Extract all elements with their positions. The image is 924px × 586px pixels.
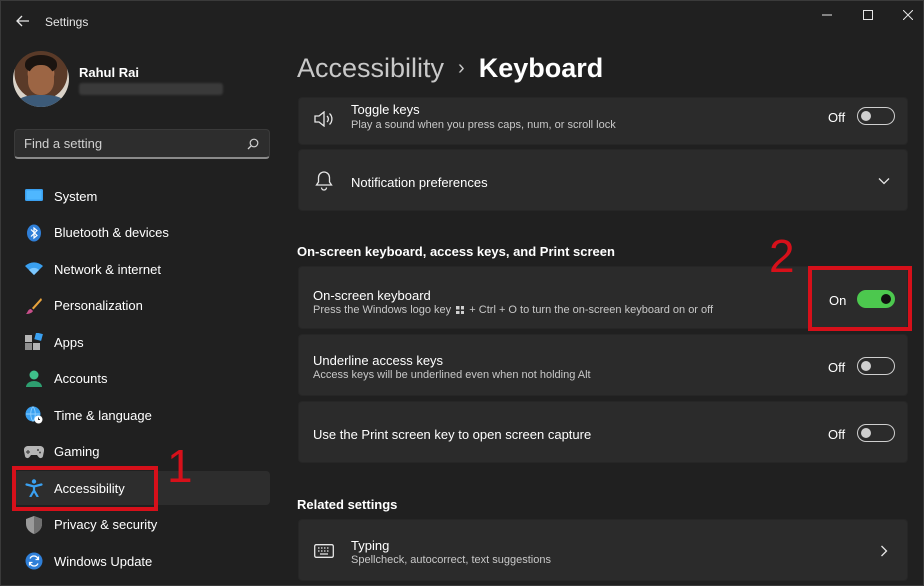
section-header-related: Related settings	[297, 497, 398, 512]
sidebar-item-time-language[interactable]: Time & language	[14, 398, 270, 432]
avatar	[13, 51, 69, 107]
annotation-box-2	[808, 266, 912, 331]
underline-access-keys-desc: Access keys will be underlined even when…	[313, 369, 591, 381]
maximize-icon	[863, 10, 873, 20]
chevron-right-icon[interactable]	[877, 544, 891, 558]
windows-logo-icon	[456, 306, 465, 314]
onscreen-keyboard-title: On-screen keyboard	[313, 288, 431, 303]
typing-card[interactable]: Typing Spellcheck, autocorrect, text sug…	[298, 519, 908, 581]
user-name: Rahul Rai	[79, 65, 139, 80]
toggle-keys-switch[interactable]	[857, 107, 895, 125]
breadcrumb-separator: ›	[458, 57, 465, 79]
search-box[interactable]	[14, 129, 270, 159]
sidebar-item-network[interactable]: Network & internet	[14, 252, 270, 286]
shield-icon	[24, 515, 44, 535]
print-screen-card[interactable]: Use the Print screen key to open screen …	[298, 401, 908, 463]
maximize-button[interactable]	[857, 7, 879, 23]
sidebar-item-accounts[interactable]: Accounts	[14, 362, 270, 396]
onscreen-keyboard-desc: Press the Windows logo key + Ctrl + O to…	[313, 304, 714, 316]
search-input[interactable]	[24, 136, 234, 151]
sidebar-item-system[interactable]: System	[14, 179, 270, 213]
sidebar-item-label: System	[54, 188, 98, 204]
bluetooth-icon	[24, 223, 44, 243]
keyboard-icon	[313, 540, 335, 562]
toggle-keys-title: Toggle keys	[351, 102, 420, 117]
breadcrumb-parent[interactable]: Accessibility	[297, 53, 444, 84]
app-title: Settings	[45, 15, 89, 29]
sidebar-item-privacy-security[interactable]: Privacy & security	[14, 508, 270, 542]
notification-preferences-title: Notification preferences	[351, 175, 488, 190]
sidebar-item-label: Network & internet	[54, 261, 161, 277]
toggle-keys-desc: Play a sound when you press caps, num, o…	[351, 119, 616, 131]
sidebar-item-label: Accounts	[54, 371, 108, 386]
brush-icon	[24, 296, 44, 316]
typing-desc: Spellcheck, autocorrect, text suggestion…	[351, 554, 551, 566]
back-button[interactable]	[13, 11, 33, 31]
sidebar-item-label: Apps	[54, 334, 84, 350]
sidebar-item-label: Gaming	[54, 444, 100, 459]
sidebar-item-apps[interactable]: Apps	[14, 325, 270, 359]
chevron-down-icon[interactable]	[877, 174, 891, 188]
globe-clock-icon	[24, 405, 44, 425]
settings-window: Settings Rahul Rai System	[0, 0, 924, 586]
speaker-icon	[313, 108, 335, 130]
sidebar-item-label: Windows Update	[54, 553, 153, 569]
print-screen-title: Use the Print screen key to open screen …	[313, 427, 592, 442]
bell-icon	[313, 170, 335, 192]
print-screen-state: Off	[828, 427, 846, 442]
annotation-box-1	[12, 466, 158, 511]
annotation-number-2: 2	[769, 230, 795, 282]
sidebar-item-personalization[interactable]: Personalization	[14, 289, 270, 323]
sidebar-item-label: Bluetooth & devices	[54, 225, 169, 240]
page-title: Keyboard	[478, 53, 604, 83]
minimize-button[interactable]	[816, 7, 838, 23]
title-bar: Settings	[1, 1, 923, 41]
breadcrumb: Accessibility › Keyboard	[297, 53, 603, 84]
gamepad-icon	[24, 442, 44, 462]
sidebar-item-gaming[interactable]: Gaming	[14, 435, 270, 469]
close-button[interactable]	[897, 7, 919, 23]
sidebar-item-label: Time & language	[54, 407, 152, 423]
sidebar-item-label: Privacy & security	[54, 517, 158, 532]
wifi-icon	[24, 259, 44, 279]
underline-access-keys-state: Off	[828, 360, 846, 375]
search-icon	[247, 138, 259, 150]
apps-icon	[24, 332, 44, 352]
monitor-icon	[24, 186, 44, 206]
update-icon	[24, 551, 44, 571]
underline-access-keys-title: Underline access keys	[313, 353, 444, 368]
section-header-onscreen: On-screen keyboard, access keys, and Pri…	[297, 244, 615, 259]
typing-title: Typing	[351, 538, 390, 553]
underline-access-keys-switch[interactable]	[857, 357, 895, 375]
person-icon	[24, 369, 44, 389]
annotation-number-1: 1	[167, 440, 193, 492]
print-screen-switch[interactable]	[857, 424, 895, 442]
underline-access-keys-card[interactable]: Underline access keys Access keys will b…	[298, 334, 908, 396]
sidebar-item-bluetooth[interactable]: Bluetooth & devices	[14, 216, 270, 250]
back-arrow-icon	[16, 15, 29, 27]
user-email-redacted	[79, 83, 223, 95]
close-icon	[903, 10, 913, 20]
minimize-icon	[822, 14, 832, 16]
notification-preferences-card[interactable]: Notification preferences	[298, 149, 908, 211]
sidebar-item-label: Personalization	[54, 298, 143, 313]
toggle-keys-state: Off	[828, 110, 846, 125]
sidebar-item-windows-update[interactable]: Windows Update	[14, 544, 270, 578]
toggle-keys-card[interactable]: Toggle keys Play a sound when you press …	[298, 97, 908, 145]
sidebar-nav: System Bluetooth & devices Network & int…	[14, 179, 270, 581]
